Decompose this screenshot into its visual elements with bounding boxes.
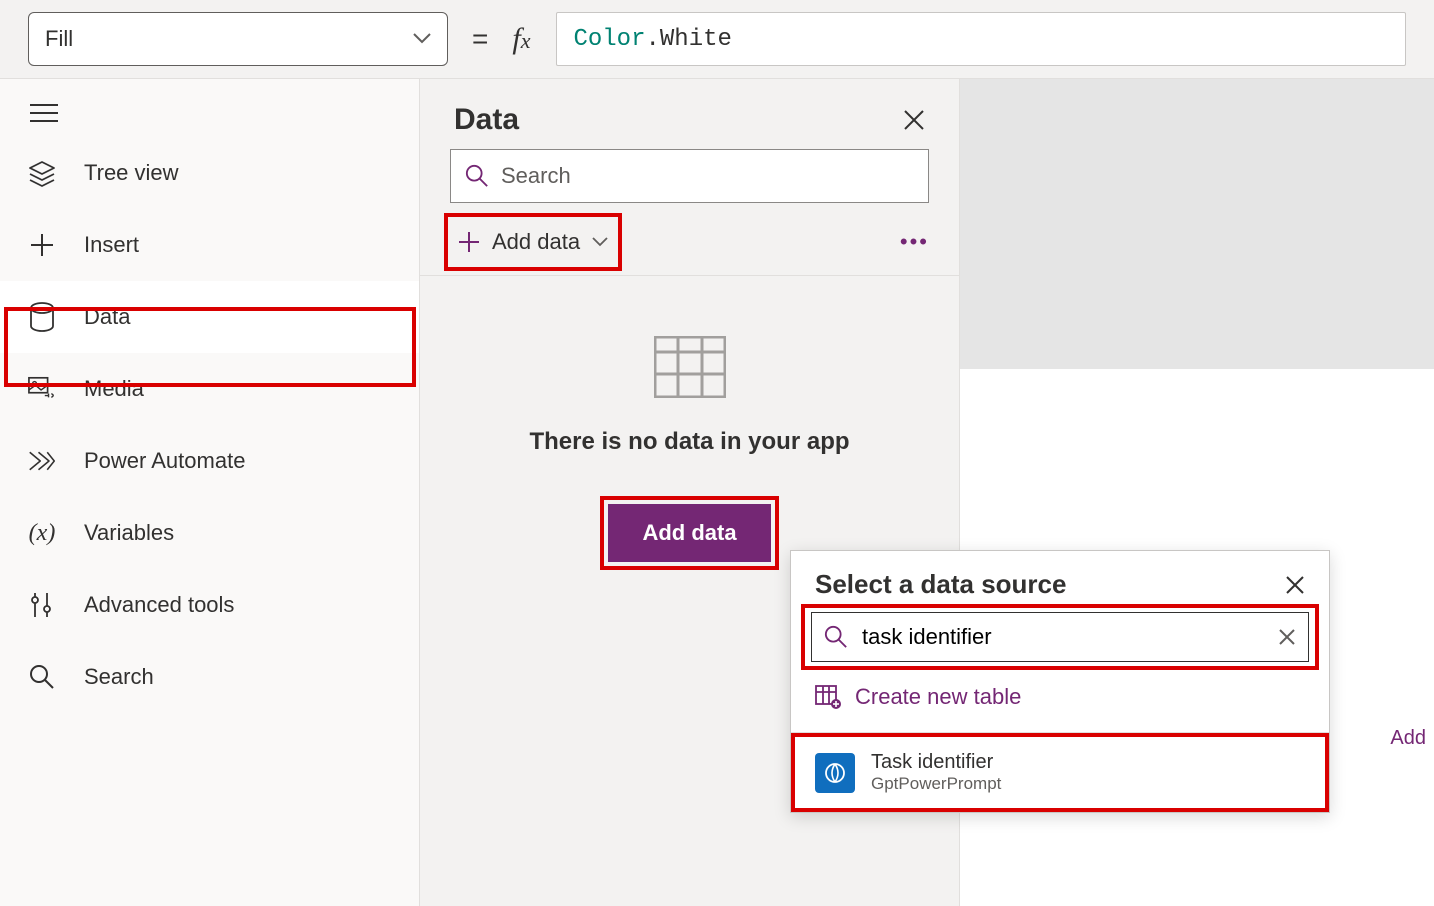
formula-token-2: .White [645, 26, 731, 53]
result-subtitle: GptPowerPrompt [871, 774, 1001, 794]
add-data-label: Add data [492, 229, 580, 255]
nav-insert[interactable]: Insert [0, 209, 419, 281]
data-source-result[interactable]: Task identifier GptPowerPrompt [795, 737, 1325, 808]
add-data-dropdown[interactable]: Add data [450, 219, 616, 265]
panel-title: Data [454, 103, 519, 137]
database-icon [28, 303, 56, 331]
nav-label: Power Automate [84, 448, 245, 474]
variable-icon: (x) [28, 519, 56, 547]
tools-icon [28, 591, 56, 619]
hamburger-icon [30, 103, 58, 123]
clear-search-button[interactable] [1278, 628, 1296, 646]
more-options-button[interactable]: ••• [900, 229, 929, 255]
ai-model-icon [815, 753, 855, 793]
layers-icon [28, 159, 56, 187]
fx-icon: fx [512, 22, 540, 56]
nav-advanced-tools[interactable]: Advanced tools [0, 569, 419, 641]
nav-label: Variables [84, 520, 174, 546]
data-source-popup: Select a data source Create new table [790, 550, 1330, 813]
hamburger-button[interactable] [0, 89, 419, 137]
chevron-down-icon [413, 33, 431, 45]
nav-media[interactable]: Media [0, 353, 419, 425]
search-icon [824, 625, 848, 649]
add-data-button[interactable]: Add data [608, 504, 770, 562]
chevron-down-icon [592, 237, 608, 247]
panel-search-input[interactable]: Search [450, 149, 929, 203]
search-icon [465, 164, 489, 188]
nav-data[interactable]: Data [0, 281, 419, 353]
new-table-icon [815, 685, 841, 709]
nav-label: Tree view [84, 160, 179, 186]
nav-label: Search [84, 664, 154, 690]
popup-search-input[interactable] [860, 623, 1266, 651]
nav-variables[interactable]: (x) Variables [0, 497, 419, 569]
formula-token-1: Color [573, 26, 645, 53]
canvas-add-hint: Add [1390, 727, 1426, 750]
nav-label: Advanced tools [84, 592, 234, 618]
formula-bar: Fill = fx Color.White [0, 0, 1434, 79]
nav-label: Media [84, 376, 144, 402]
media-icon [28, 375, 56, 403]
result-title: Task identifier [871, 751, 1001, 774]
formula-input[interactable]: Color.White [556, 12, 1406, 66]
nav-search[interactable]: Search [0, 641, 419, 713]
search-icon [28, 663, 56, 691]
close-icon [903, 109, 925, 131]
search-placeholder: Search [501, 163, 571, 189]
close-icon [1285, 575, 1305, 595]
table-icon [654, 336, 726, 398]
left-nav: Tree view Insert Data Media Power Automa [0, 79, 420, 906]
close-icon [1278, 628, 1296, 646]
flow-icon [28, 447, 56, 475]
nav-label: Insert [84, 232, 139, 258]
nav-tree-view[interactable]: Tree view [0, 137, 419, 209]
create-new-table-button[interactable]: Create new table [791, 662, 1329, 733]
equals-sign: = [464, 23, 496, 55]
empty-state-message: There is no data in your app [529, 428, 849, 456]
close-panel-button[interactable] [903, 109, 925, 131]
property-dropdown[interactable]: Fill [28, 12, 448, 66]
property-label: Fill [45, 26, 73, 52]
popup-search-box[interactable] [811, 612, 1309, 662]
popup-close-button[interactable] [1285, 575, 1305, 595]
nav-power-automate[interactable]: Power Automate [0, 425, 419, 497]
nav-label: Data [84, 304, 130, 330]
plus-icon [28, 231, 56, 259]
popup-title: Select a data source [815, 569, 1066, 600]
plus-icon [458, 231, 480, 253]
create-table-label: Create new table [855, 684, 1021, 710]
